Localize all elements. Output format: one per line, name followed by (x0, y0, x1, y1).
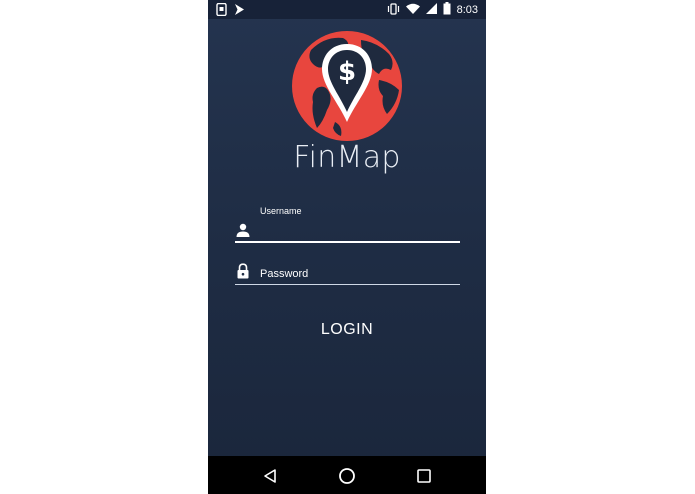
login-button[interactable]: LOGIN (297, 316, 397, 344)
phone-screen: 8:03 $ FinMap Username LOGIN (208, 0, 486, 494)
notification-icon (234, 3, 245, 19)
screenshot-icon (216, 2, 227, 19)
username-input[interactable] (258, 218, 462, 242)
status-bar: 8:03 (208, 0, 486, 19)
wifi-icon (405, 3, 420, 17)
person-icon (235, 222, 251, 238)
svg-text:$: $ (338, 57, 356, 87)
vibrate-icon (387, 2, 400, 18)
back-icon[interactable] (261, 467, 279, 485)
recents-icon[interactable] (415, 467, 433, 485)
app-logo: $ (291, 30, 403, 142)
username-label: Username (260, 206, 302, 216)
lock-icon (235, 263, 251, 279)
signal-icon (425, 3, 437, 17)
app-name: FinMap (293, 140, 401, 175)
battery-icon (443, 2, 451, 18)
password-input[interactable] (258, 264, 462, 284)
status-time: 8:03 (456, 3, 478, 16)
home-icon[interactable] (338, 467, 356, 485)
navigation-bar (208, 456, 486, 494)
username-underline (235, 241, 460, 243)
password-underline (235, 284, 460, 285)
